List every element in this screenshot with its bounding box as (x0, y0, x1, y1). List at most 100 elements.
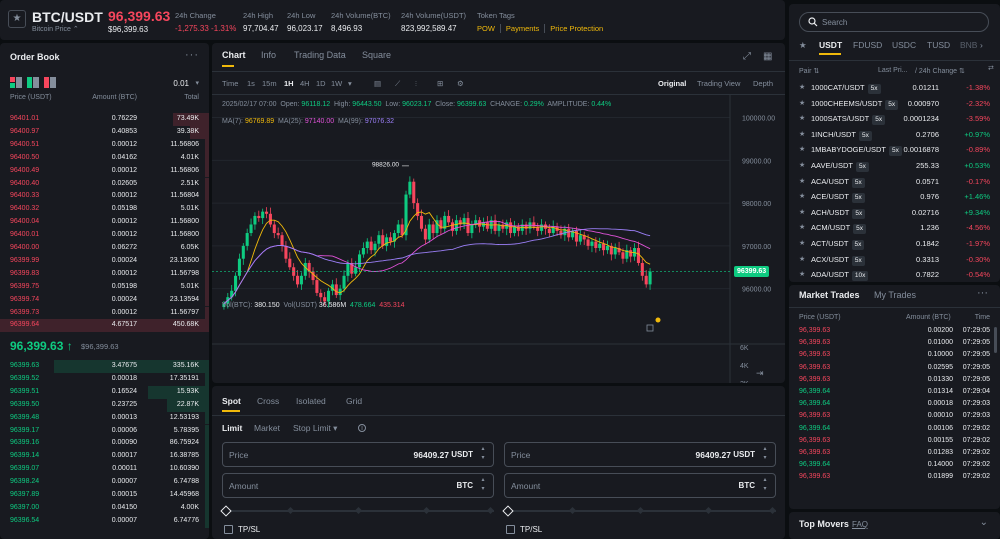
quote-tab-usdc[interactable]: USDC (892, 40, 916, 50)
star-icon[interactable]: ★ (799, 267, 805, 282)
more-options-icon[interactable]: ··· (185, 49, 199, 61)
tab-info[interactable]: Info (261, 50, 276, 60)
faq-link[interactable]: FAQ (852, 520, 868, 529)
tab-market-trades[interactable]: Market Trades (799, 290, 860, 300)
calendar-icon[interactable]: ▤ (374, 79, 381, 88)
tick-size-select[interactable]: 0.01 (173, 79, 189, 88)
draw-tool-icon[interactable]: ⟋ (395, 79, 400, 89)
tab-spot[interactable]: Spot (222, 396, 241, 406)
tab-trading-data[interactable]: Trading Data (294, 50, 346, 60)
settings-icon[interactable]: ⚙ (457, 79, 464, 88)
view-original[interactable]: Original (658, 79, 686, 88)
star-icon[interactable]: ★ (799, 189, 805, 205)
bid-row[interactable]: 96397.00 0.04150 4.00K (0, 501, 209, 515)
ask-row[interactable]: 96399.75 0.05198 5.01K (0, 280, 209, 294)
bid-row[interactable]: 96399.48 0.00013 12.53193 (0, 411, 209, 425)
ask-row[interactable]: 96400.01 0.00012 11.56800 (0, 229, 209, 242)
bid-row[interactable]: 96399.14 0.00017 16.38785 (0, 450, 209, 464)
bid-row[interactable]: 96398.24 0.00007 6.74788 (0, 476, 209, 489)
ask-row[interactable]: 96400.40 0.02605 2.51K (0, 177, 209, 191)
bid-row[interactable]: 96396.54 0.00007 6.74776 (0, 514, 209, 528)
star-icon[interactable]: ★ (799, 80, 805, 96)
more-options-icon[interactable]: ··· (977, 287, 988, 299)
star-icon[interactable]: ★ (799, 252, 805, 268)
stepper-icon[interactable]: ▴ ▾ (760, 445, 770, 463)
bid-row[interactable]: 96399.16 0.00090 86.75924 (0, 437, 209, 451)
market-row[interactable]: ★ ACT/USDT 5x 0.1842 -1.97% (789, 236, 1000, 252)
bid-row[interactable]: 96397.89 0.00015 14.45968 (0, 489, 209, 502)
indicators-icon[interactable]: ⊞ (437, 79, 443, 88)
quote-tab-fdusd[interactable]: FDUSD (853, 40, 882, 50)
market-row[interactable]: ★ 1INCH/USDT 5x 0.2706 +0.97% (789, 127, 1000, 143)
pair-title[interactable]: BTC/USDT (32, 9, 103, 25)
stepper-icon[interactable]: ▴ ▾ (478, 476, 488, 494)
col-pair[interactable]: Pair ⇅ (799, 67, 819, 75)
interval-dropdown-icon[interactable]: ▾ (348, 79, 352, 88)
bid-row[interactable]: 96399.50 0.23725 22.87K (0, 398, 209, 412)
interval-4h[interactable]: 4H (300, 79, 310, 88)
market-row[interactable]: ★ ACX/USDT 5x 0.3313 -0.30% (789, 252, 1000, 268)
order-type-stop-limit[interactable]: Stop Limit ▾ (293, 423, 337, 434)
order-book-view-icons[interactable] (10, 77, 56, 89)
sell-amount-input[interactable]: Amount BTC ▴ ▾ (504, 473, 776, 498)
ask-row[interactable]: 96400.00 0.06272 6.05K (0, 242, 209, 255)
ask-row[interactable]: 96399.74 0.00024 23.13594 (0, 293, 209, 307)
tab-cross[interactable]: Cross (257, 396, 279, 406)
bid-row[interactable]: 96399.52 0.00018 17.35191 (0, 372, 209, 386)
bid-row[interactable]: 96399.07 0.00011 10.60390 (0, 463, 209, 477)
favorite-star-icon[interactable]: ★ (8, 10, 26, 28)
info-icon[interactable]: i (358, 424, 366, 432)
view-depth[interactable]: Depth (753, 79, 773, 88)
col-change[interactable]: / 24h Change ⇅ (915, 67, 965, 75)
sell-price-input[interactable]: Price 96409.27 USDT ▴ ▾ (504, 442, 776, 467)
ask-row[interactable]: 96400.33 0.00012 11.56804 (0, 190, 209, 204)
buy-amount-input[interactable]: Amount BTC ▴ ▾ (222, 473, 494, 498)
swap-columns-icon[interactable]: ⇄ (988, 64, 994, 72)
market-row[interactable]: ★ 1000CHEEMS/USDT 5x 0.000970 -2.32% (789, 96, 1000, 112)
token-tag[interactable]: Payments (499, 24, 539, 33)
ask-row[interactable]: 96400.32 0.05198 5.01K (0, 203, 209, 217)
ask-row[interactable]: 96400.51 0.00012 11.56806 (0, 138, 209, 152)
scrollbar[interactable] (994, 327, 997, 353)
market-row[interactable]: ★ ACE/USDT 5x 0.976 +1.46% (789, 189, 1000, 205)
ask-row[interactable]: 96399.83 0.00012 11.56798 (0, 267, 209, 281)
star-icon[interactable]: ★ (799, 127, 805, 143)
stepper-icon[interactable]: ▴ ▾ (478, 445, 488, 463)
favorites-star-icon[interactable]: ★ (799, 40, 807, 51)
star-icon[interactable]: ★ (799, 220, 805, 236)
view-trading-view[interactable]: Trading View (697, 79, 740, 88)
order-type-limit[interactable]: Limit (222, 423, 242, 433)
sell-tpsl-checkbox[interactable] (506, 525, 515, 534)
star-icon[interactable]: ★ (799, 236, 805, 252)
star-icon[interactable]: ★ (799, 96, 805, 112)
reset-scale-icon[interactable]: ⇥ (756, 368, 764, 379)
ask-row[interactable]: 96399.64 4.67517 450.68K (0, 319, 209, 333)
market-row[interactable]: ★ ACM/USDT 5x 1.236 -4.56% (789, 220, 1000, 236)
star-icon[interactable]: ★ (799, 174, 805, 190)
market-row[interactable]: ★ 1MBABYDOGE/USDT 5x 0.0016878 -0.89% (789, 142, 1000, 158)
slider-handle[interactable] (502, 505, 514, 517)
market-row[interactable]: ★ 1000CAT/USDT 5x 0.01211 -1.38% (789, 80, 1000, 96)
interval-1s[interactable]: 1s (247, 79, 255, 88)
ask-row[interactable]: 96400.50 0.04162 4.01K (0, 151, 209, 165)
interval-time[interactable]: Time (222, 79, 238, 88)
bid-row[interactable]: 96399.17 0.00006 5.78395 (0, 424, 209, 438)
collapse-chevron-icon[interactable]: ⌄ (980, 517, 988, 528)
star-icon[interactable]: ★ (799, 142, 805, 158)
interval-1h[interactable]: 1H (284, 79, 294, 88)
stepper-icon[interactable]: ▴ ▾ (760, 476, 770, 494)
star-icon[interactable]: ★ (799, 205, 805, 221)
tab-square[interactable]: Square (362, 50, 391, 60)
chevron-down-icon[interactable]: ▾ (195, 79, 199, 87)
chart-type-icon[interactable]: ⫶ (415, 79, 417, 89)
tab-isolated[interactable]: Isolated (296, 396, 326, 406)
quote-tab-tusd[interactable]: TUSD (927, 40, 950, 50)
slider-handle[interactable] (220, 505, 232, 517)
expand-icon[interactable]: ⤢ (743, 51, 751, 62)
interval-1w[interactable]: 1W (331, 79, 342, 88)
grid-layout-icon[interactable]: ▦ (763, 51, 772, 62)
market-row[interactable]: ★ ACH/USDT 5x 0.02716 +9.34% (789, 205, 1000, 221)
token-tag[interactable]: POW (477, 24, 495, 33)
pair-subtitle[interactable]: Bitcoin Price ⌃ (32, 25, 79, 33)
tab-grid[interactable]: Grid (346, 396, 362, 406)
